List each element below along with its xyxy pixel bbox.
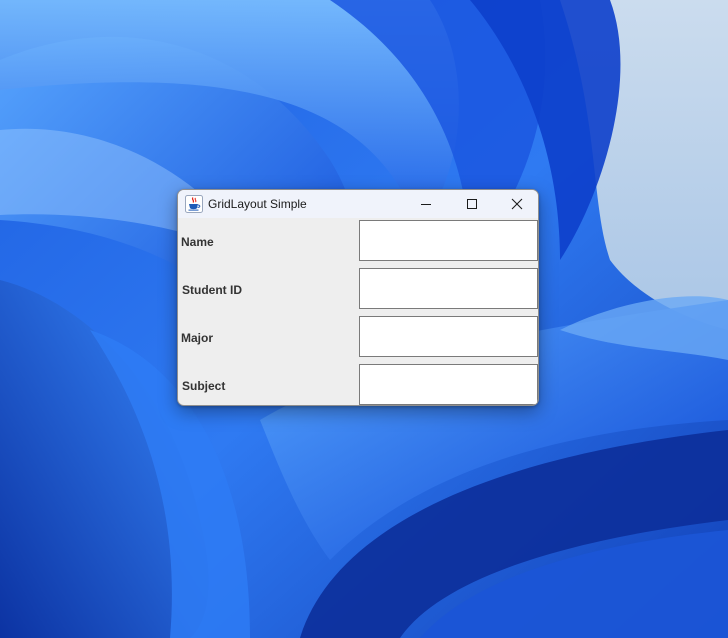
close-button[interactable] <box>494 190 538 218</box>
subject-label: Subject <box>182 379 226 393</box>
maximize-button[interactable] <box>449 190 495 218</box>
name-field[interactable] <box>359 220 538 261</box>
minimize-icon <box>421 204 431 205</box>
student-id-label: Student ID <box>182 283 242 297</box>
grid-form: Name Student ID Major Subject <box>178 218 538 405</box>
title-bar[interactable]: GridLayout Simple <box>178 190 538 218</box>
major-field[interactable] <box>359 316 538 357</box>
close-icon <box>511 198 523 210</box>
student-id-field[interactable] <box>359 268 538 309</box>
name-label: Name <box>181 235 214 249</box>
minimize-button[interactable] <box>403 190 449 218</box>
app-window: GridLayout Simple Name Student ID Major … <box>177 189 539 406</box>
window-title: GridLayout Simple <box>208 197 307 211</box>
subject-field[interactable] <box>359 364 538 405</box>
maximize-icon <box>467 199 477 209</box>
java-cup-icon <box>185 195 203 213</box>
major-label: Major <box>181 331 214 345</box>
